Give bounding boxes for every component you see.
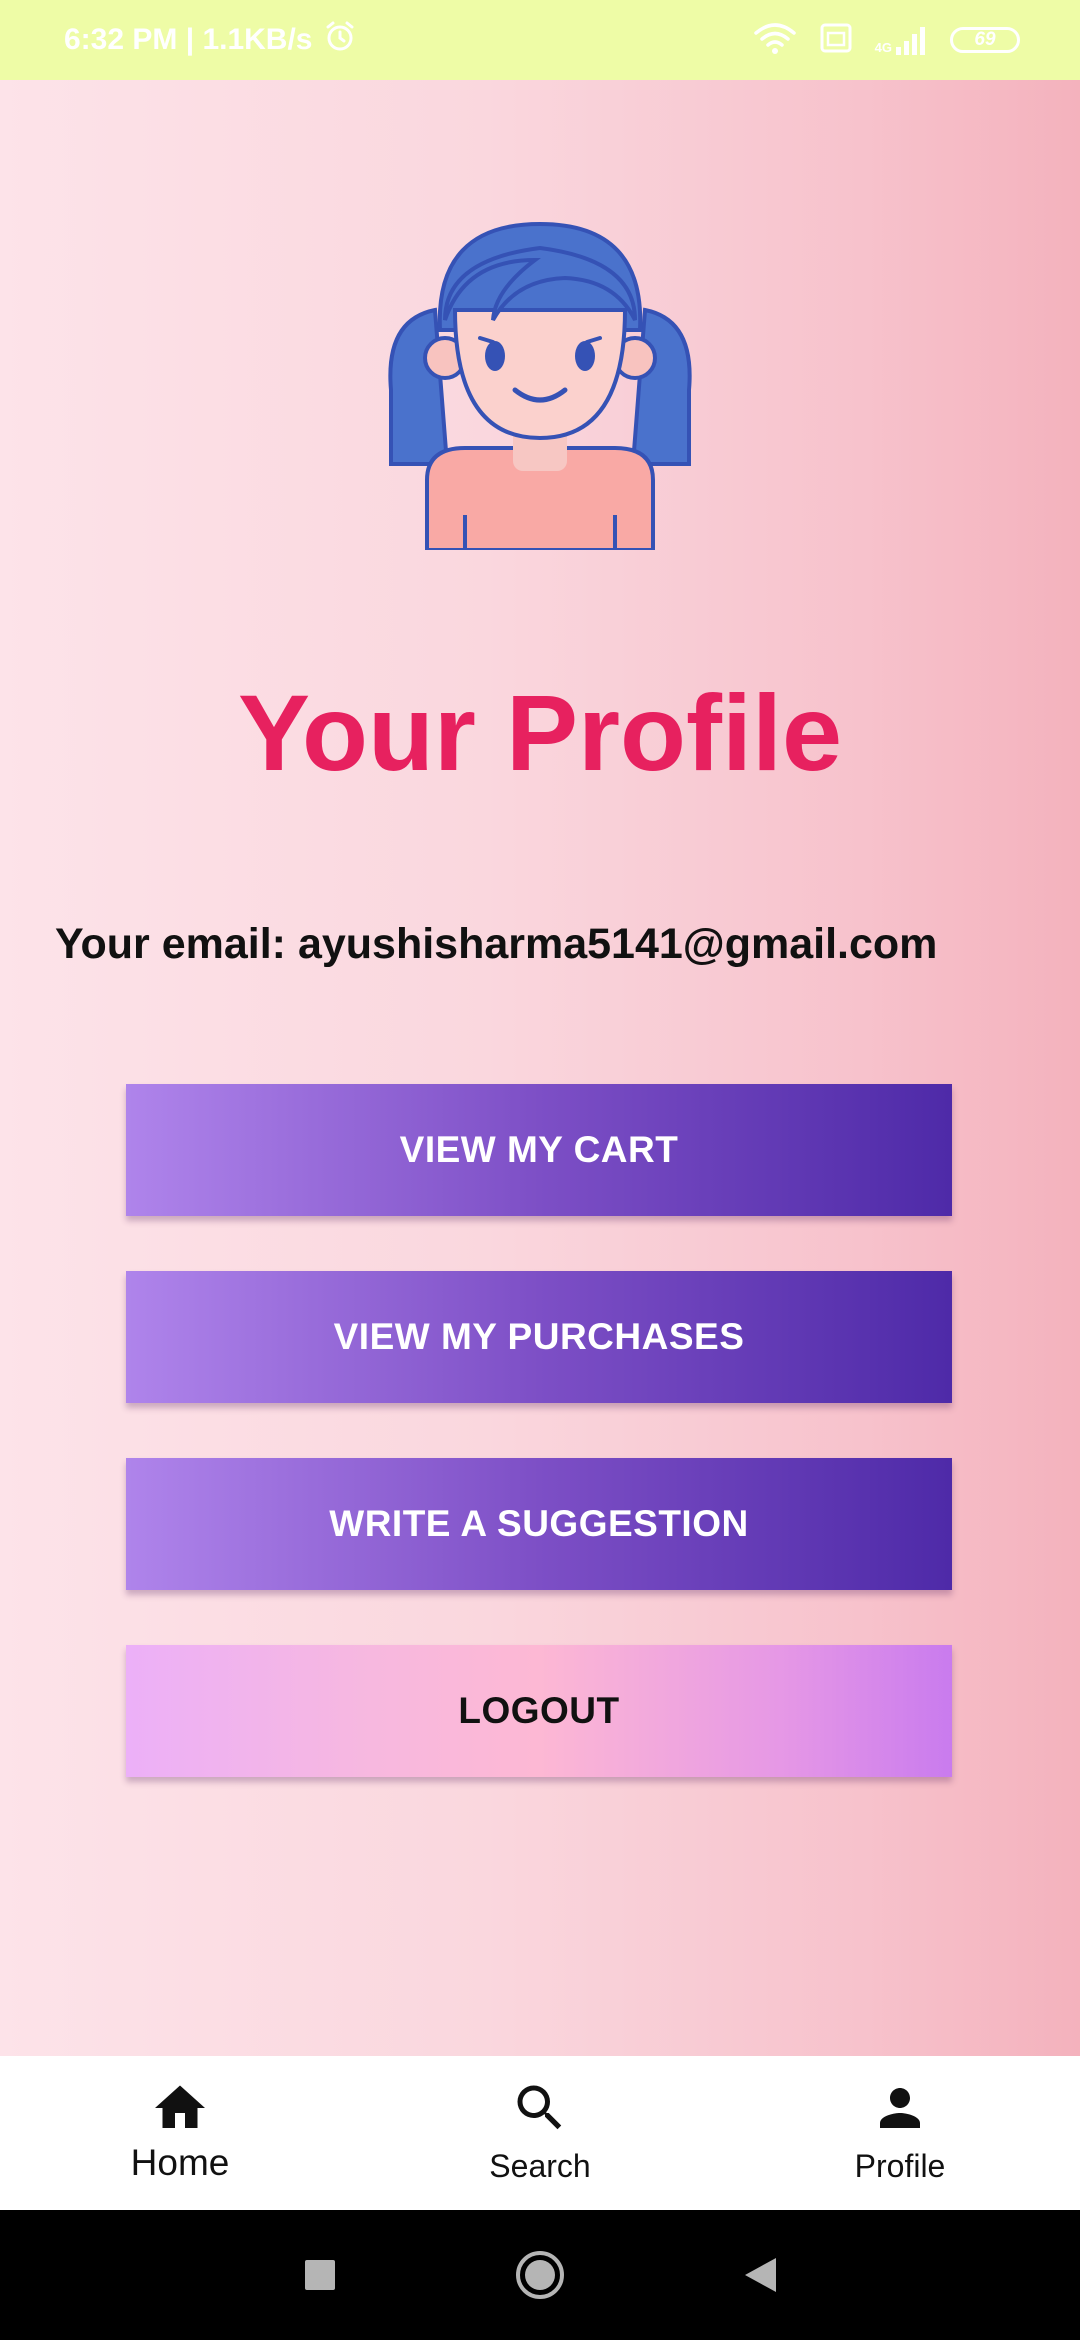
home-system-button[interactable]	[510, 2245, 570, 2305]
nav-item-profile[interactable]: Profile	[720, 2056, 1080, 2210]
sim-card-icon	[819, 21, 853, 60]
signal-indicator: 4G	[875, 25, 928, 55]
battery-icon: 69	[950, 27, 1020, 53]
home-icon	[155, 2085, 205, 2128]
view-cart-button[interactable]: VIEW MY CART	[126, 1084, 952, 1216]
bottom-navigation: Home Search Profile	[0, 2056, 1080, 2210]
recents-button[interactable]	[290, 2245, 350, 2305]
signal-icon	[896, 27, 925, 55]
person-icon	[880, 2088, 920, 2128]
wifi-icon	[753, 21, 797, 60]
status-left: 6:32 PM | 1.1KB/s	[64, 19, 357, 61]
circle-icon	[516, 2251, 564, 2299]
battery-level: 69	[974, 29, 996, 50]
view-purchases-button[interactable]: VIEW MY PURCHASES	[126, 1271, 952, 1403]
nav-label-profile: Profile	[854, 2148, 946, 2184]
status-bar: 6:32 PM | 1.1KB/s 4G 69	[0, 0, 1080, 80]
search-icon	[517, 2085, 562, 2130]
avatar-girl-icon	[388, 221, 692, 550]
email-value: ayushisharma5141@gmail.com	[297, 920, 938, 968]
logout-button[interactable]: LOGOUT	[126, 1645, 952, 1777]
nav-label-search: Search	[489, 2148, 591, 2184]
nav-label-home: Home	[130, 2142, 230, 2183]
network-type-label: 4G	[874, 40, 892, 55]
back-button[interactable]	[730, 2245, 790, 2305]
status-time: 6:32 PM | 1.1KB/s	[64, 23, 313, 56]
email-label: Your email:	[55, 920, 286, 968]
square-icon	[305, 2260, 335, 2290]
system-navigation-bar	[0, 2210, 1080, 2340]
nav-item-search[interactable]: Search	[360, 2056, 720, 2210]
alarm-icon	[323, 19, 357, 61]
page-title: Your Profile	[237, 672, 843, 793]
status-right: 4G 69	[753, 21, 1020, 60]
nav-item-home[interactable]: Home	[0, 2056, 360, 2210]
write-suggestion-button[interactable]: WRITE A SUGGESTION	[126, 1458, 952, 1590]
triangle-back-icon	[745, 2258, 776, 2292]
profile-screen: Your Profile Your email: ayushisharma514…	[0, 80, 1080, 2056]
email-display: Your email: ayushisharma5141@gmail.com	[55, 920, 937, 969]
